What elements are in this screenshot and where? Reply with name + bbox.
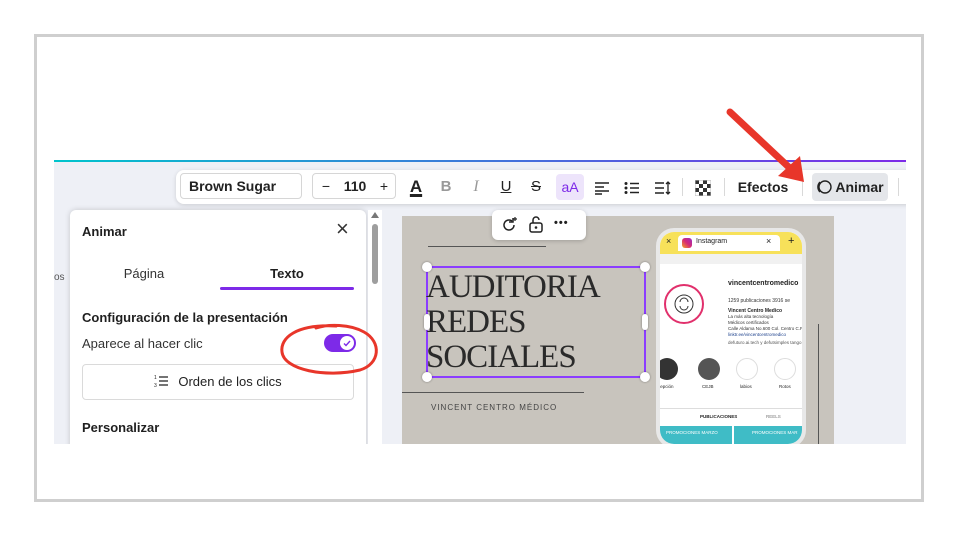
italic-button[interactable]: I	[468, 170, 484, 204]
rotate-plus-icon[interactable]	[500, 216, 518, 234]
click-order-label: Orden de los clics	[178, 374, 282, 389]
profile-username: vincentcentromedico	[728, 280, 799, 287]
instagram-icon	[682, 238, 692, 248]
posts-tab: PUBLICACIONES	[700, 414, 738, 419]
font-size-increase-button[interactable]: +	[377, 174, 391, 198]
new-tab-icon: +	[788, 235, 795, 247]
bold-button[interactable]: B	[438, 170, 454, 204]
bio-link: linktr.ee/vincentcentromedico	[728, 332, 787, 337]
tab-active-indicator	[220, 287, 354, 290]
spacing-icon[interactable]	[652, 170, 674, 204]
close-icon: ×	[666, 236, 672, 246]
personalize-title: Personalizar	[82, 420, 160, 435]
editor-screenshot: Brown Sugar − 110 + A B I U S aA Efectos…	[54, 160, 906, 444]
decorative-line	[428, 246, 546, 247]
toolbar-divider	[898, 178, 899, 196]
resize-handle[interactable]	[640, 372, 650, 382]
headline-line: SOCIALES	[426, 339, 577, 375]
decorative-line	[402, 392, 584, 393]
highlight-circle	[736, 358, 758, 380]
logo-icon	[674, 294, 694, 314]
annotation-arrow-icon	[726, 108, 804, 182]
subtitle-text: VINCENT CENTRO MÉDICO	[431, 403, 558, 412]
tab-texto[interactable]: Texto	[220, 266, 354, 281]
section-title: Configuración de la presentación	[82, 310, 288, 325]
browser-tab: Instagram ×	[678, 235, 780, 251]
element-context-toolbar: •••	[492, 210, 586, 240]
side-text: os	[54, 272, 65, 283]
font-family-select[interactable]: Brown Sugar	[180, 173, 302, 199]
lock-icon[interactable]	[528, 215, 544, 233]
highlight-circle	[774, 358, 796, 380]
font-size-decrease-button[interactable]: −	[319, 174, 333, 198]
follow-line: defuturo.ai.tech y defutsimples tango	[728, 340, 802, 345]
resize-handle[interactable]	[422, 262, 432, 272]
scroll-up-icon[interactable]	[371, 212, 379, 218]
address-bar	[660, 254, 802, 264]
text-color-button[interactable]: A	[406, 170, 426, 204]
toolbar-divider	[682, 178, 683, 196]
letter-case-button[interactable]: aA	[556, 174, 584, 200]
profile-stats: 1259 publicaciones 3916 se	[728, 298, 790, 304]
font-size-input[interactable]: 110	[335, 174, 375, 198]
post-text: PROMOCIONES MARZO	[666, 430, 718, 435]
side-handle[interactable]	[424, 314, 430, 330]
highlight-label: labios	[740, 384, 752, 389]
post-text: PROMOCIONES MAR	[752, 430, 798, 435]
svg-text:3: 3	[154, 383, 157, 388]
highlight-label: cepción	[658, 384, 674, 389]
selected-text-box[interactable]: AUDITORIA REDES SOCIALES	[422, 262, 650, 382]
headline-line: REDES	[426, 304, 527, 340]
profile-avatar	[664, 284, 704, 324]
post-thumbnail: PROMOCIONES MAR	[734, 426, 802, 444]
transparency-icon[interactable]	[692, 170, 714, 204]
list-icon[interactable]	[622, 170, 642, 204]
resize-handle[interactable]	[640, 262, 650, 272]
ordered-list-icon: 13	[154, 375, 169, 389]
close-icon: ×	[766, 236, 772, 246]
reels-tab: REELS	[766, 414, 781, 419]
tab-title: Instagram	[696, 238, 728, 245]
decorative-line	[818, 324, 819, 444]
browser-tabbar: × Instagram × +	[660, 232, 802, 254]
toggle-label: Aparece al hacer clic	[82, 336, 203, 351]
headline-line: AUDITORIA	[426, 269, 601, 305]
story-highlights: cepción CEJB labios Rotos	[658, 358, 802, 398]
align-left-icon[interactable]	[592, 170, 612, 204]
tab-pagina[interactable]: Página	[84, 266, 204, 281]
highlight-label: Rotos	[779, 384, 791, 389]
phone-mockup: × Instagram × + vincentcentromedico 1259…	[656, 228, 806, 444]
headline-text: AUDITORIA REDES SOCIALES	[426, 269, 601, 375]
side-handle[interactable]	[642, 314, 648, 330]
more-options-button[interactable]: •••	[554, 217, 569, 229]
animate-label: Animar	[835, 179, 884, 195]
highlight-circle	[660, 358, 678, 380]
close-icon[interactable]: ×	[336, 218, 349, 240]
resize-handle[interactable]	[422, 372, 432, 382]
scroll-thumb[interactable]	[372, 224, 378, 284]
svg-text:1: 1	[154, 375, 157, 381]
annotation-circle	[280, 323, 378, 375]
panel-title: Animar	[82, 224, 127, 239]
underline-button[interactable]: U	[498, 170, 514, 204]
divider	[660, 408, 802, 409]
post-thumbnail: PROMOCIONES MARZO	[660, 426, 732, 444]
strikethrough-button[interactable]: S	[528, 170, 544, 204]
highlight-circle	[698, 358, 720, 380]
bio-text: La más alta tecnología Médicos certifica…	[728, 314, 802, 338]
font-size-control: − 110 +	[312, 173, 396, 199]
highlight-label: CEJB	[702, 384, 714, 389]
